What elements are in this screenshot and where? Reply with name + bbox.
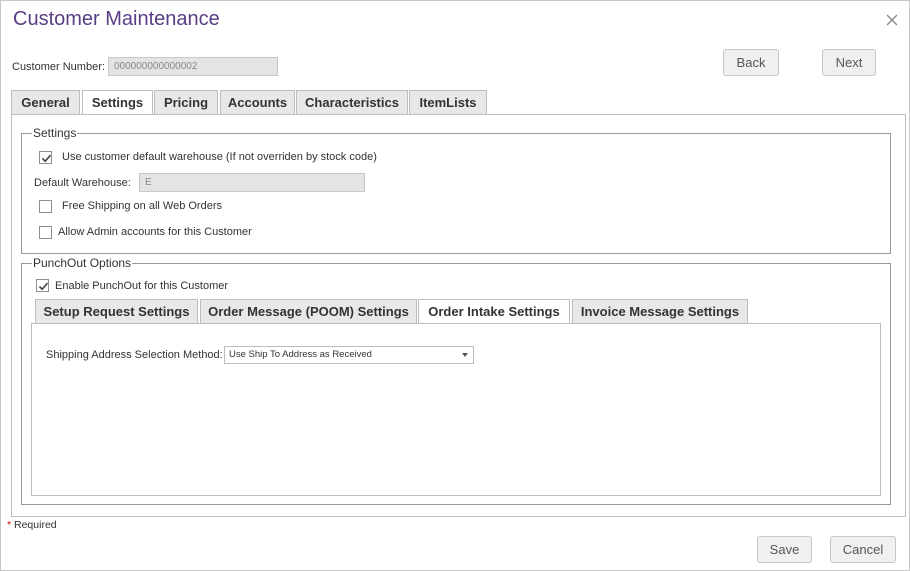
tab-general[interactable]: General	[11, 90, 80, 115]
enable-punchout-checkbox[interactable]	[36, 279, 49, 292]
tab-characteristics[interactable]: Characteristics	[296, 90, 408, 115]
subtab-order-intake[interactable]: Order Intake Settings	[418, 299, 570, 325]
checkmark-icon	[41, 154, 52, 163]
use-default-warehouse-label: Use customer default warehouse (If not o…	[62, 151, 377, 163]
customer-number-field[interactable]: 000000000000002	[108, 57, 278, 76]
subtab-order-message[interactable]: Order Message (POOM) Settings	[200, 299, 417, 324]
allow-admin-label: Allow Admin accounts for this Customer	[58, 226, 252, 238]
free-shipping-checkbox[interactable]	[39, 200, 52, 213]
shipping-method-label: Shipping Address Selection Method:	[46, 349, 223, 361]
shipping-method-value: Use Ship To Address as Received	[229, 349, 372, 360]
dialog-title: Customer Maintenance	[13, 8, 220, 30]
allow-admin-checkbox[interactable]	[39, 226, 52, 239]
close-icon[interactable]	[885, 13, 899, 27]
tab-pricing[interactable]: Pricing	[154, 90, 218, 115]
subtab-invoice-message[interactable]: Invoice Message Settings	[572, 299, 748, 324]
tab-accounts[interactable]: Accounts	[220, 90, 295, 115]
enable-punchout-label: Enable PunchOut for this Customer	[55, 280, 229, 292]
default-warehouse-label: Default Warehouse:	[34, 177, 131, 189]
free-shipping-label: Free Shipping on all Web Orders	[62, 200, 222, 212]
back-button[interactable]: Back	[723, 49, 779, 76]
customer-maintenance-dialog: Customer Maintenance Customer Number: 00…	[0, 0, 910, 571]
default-warehouse-field[interactable]: E	[139, 173, 365, 192]
required-note: * Required	[7, 519, 57, 531]
tab-itemlists[interactable]: ItemLists	[409, 90, 487, 115]
use-default-warehouse-checkbox[interactable]	[39, 151, 52, 164]
settings-legend: Settings	[33, 126, 77, 140]
subtab-setup-request[interactable]: Setup Request Settings	[35, 299, 198, 324]
chevron-down-icon	[462, 353, 468, 357]
customer-number-label: Customer Number:	[12, 61, 105, 73]
punchout-legend: PunchOut Options	[33, 256, 132, 270]
next-button[interactable]: Next	[822, 49, 876, 76]
cancel-button[interactable]: Cancel	[830, 536, 896, 563]
tab-settings[interactable]: Settings	[82, 90, 153, 116]
required-label: Required	[11, 519, 57, 531]
checkmark-icon	[38, 282, 49, 291]
shipping-method-select[interactable]: Use Ship To Address as Received	[224, 346, 474, 364]
save-button[interactable]: Save	[757, 536, 812, 563]
